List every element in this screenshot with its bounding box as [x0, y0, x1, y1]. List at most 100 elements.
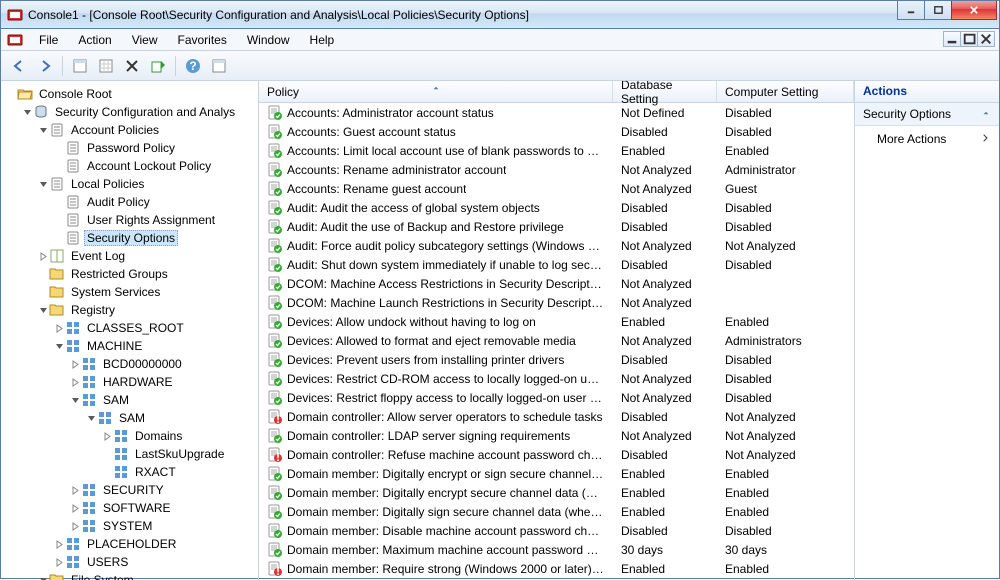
menu-file[interactable]: File: [31, 31, 66, 49]
mdi-restore-button[interactable]: [960, 31, 978, 47]
twisty-open-icon[interactable]: [37, 304, 49, 316]
tree-item-rxact[interactable]: RXACT: [1, 463, 258, 481]
policy-row[interactable]: Domain controller: Allow server operator…: [259, 407, 854, 426]
tree-item-account-policies[interactable]: Account Policies: [1, 121, 258, 139]
policy-row[interactable]: Devices: Restrict CD-ROM access to local…: [259, 369, 854, 388]
twisty-open-icon[interactable]: [69, 394, 81, 406]
policy-row[interactable]: Domain member: Disable machine account p…: [259, 521, 854, 540]
policy-row[interactable]: Audit: Audit the access of global system…: [259, 198, 854, 217]
twisty-open-icon[interactable]: [53, 340, 65, 352]
actions-more[interactable]: More Actions: [855, 126, 999, 152]
maximize-button[interactable]: [924, 1, 952, 20]
menu-favorites[interactable]: Favorites: [170, 31, 235, 49]
policy-row[interactable]: Accounts: Rename guest accountNot Analyz…: [259, 179, 854, 198]
menu-help[interactable]: Help: [302, 31, 343, 49]
export-button[interactable]: [146, 54, 170, 78]
tree-item-security[interactable]: SECURITY: [1, 481, 258, 499]
help-button[interactable]: [181, 54, 205, 78]
tree-item-registry[interactable]: Registry: [1, 301, 258, 319]
twisty-open-icon[interactable]: [37, 124, 49, 136]
policy-row[interactable]: Domain controller: LDAP server signing r…: [259, 426, 854, 445]
tree-item-sam[interactable]: SAM: [1, 391, 258, 409]
policy-name: Accounts: Rename guest account: [287, 182, 466, 196]
menu-window[interactable]: Window: [239, 31, 298, 49]
tree-item-account-lockout[interactable]: Account Lockout Policy: [1, 157, 258, 175]
back-button[interactable]: [7, 54, 31, 78]
tree-item-sam2[interactable]: SAM: [1, 409, 258, 427]
options-button[interactable]: [207, 54, 231, 78]
twisty-closed-icon[interactable]: [69, 520, 81, 532]
tree-item-software[interactable]: SOFTWARE: [1, 499, 258, 517]
tree-item-audit-policy[interactable]: Audit Policy: [1, 193, 258, 211]
policy-row[interactable]: Domain member: Digitally encrypt or sign…: [259, 464, 854, 483]
policy-row[interactable]: Audit: Shut down system immediately if u…: [259, 255, 854, 274]
policy-row[interactable]: Domain member: Digitally encrypt secure …: [259, 483, 854, 502]
policy-row[interactable]: Accounts: Rename administrator accountNo…: [259, 160, 854, 179]
tree-item-placeholder[interactable]: PLACEHOLDER: [1, 535, 258, 553]
tree-item-security-options[interactable]: Security Options: [1, 229, 258, 247]
tree-item-lastsku[interactable]: LastSkuUpgrade: [1, 445, 258, 463]
policy-row[interactable]: Devices: Allowed to format and eject rem…: [259, 331, 854, 350]
twisty-closed-icon[interactable]: [53, 556, 65, 568]
tree-item-classes-root[interactable]: CLASSES_ROOT: [1, 319, 258, 337]
menu-view[interactable]: View: [124, 31, 166, 49]
tree-item-local-policies[interactable]: Local Policies: [1, 175, 258, 193]
column-database-setting[interactable]: Database Setting: [613, 81, 717, 102]
delete-button[interactable]: [120, 54, 144, 78]
tree-pane[interactable]: Console RootSecurity Configuration and A…: [1, 81, 259, 580]
policy-row[interactable]: Devices: Prevent users from installing p…: [259, 350, 854, 369]
twisty-closed-icon[interactable]: [53, 322, 65, 334]
mdi-close-button[interactable]: [977, 31, 995, 47]
twisty-open-icon[interactable]: [37, 178, 49, 190]
actions-section[interactable]: Security Options: [855, 103, 999, 126]
twisty-closed-icon[interactable]: [69, 358, 81, 370]
twisty-closed-icon[interactable]: [69, 376, 81, 388]
menu-action[interactable]: Action: [70, 31, 119, 49]
policy-row[interactable]: Domain member: Maximum machine account p…: [259, 540, 854, 559]
twisty-closed-icon[interactable]: [37, 250, 49, 262]
policy-row[interactable]: Devices: Allow undock without having to …: [259, 312, 854, 331]
column-computer-setting[interactable]: Computer Setting: [717, 81, 854, 102]
tree-item-user-rights[interactable]: User Rights Assignment: [1, 211, 258, 229]
twisty-closed-icon[interactable]: [53, 538, 65, 550]
policy-row[interactable]: Accounts: Administrator account statusNo…: [259, 103, 854, 122]
column-policy[interactable]: Policy: [259, 81, 613, 102]
twisty-closed-icon[interactable]: [69, 502, 81, 514]
tree-item-users[interactable]: USERS: [1, 553, 258, 571]
tree-item-machine[interactable]: MACHINE: [1, 337, 258, 355]
mdi-minimize-button[interactable]: [943, 31, 961, 47]
twisty-open-icon[interactable]: [21, 106, 33, 118]
policy-row[interactable]: Audit: Audit the use of Backup and Resto…: [259, 217, 854, 236]
tree-item-sca[interactable]: Security Configuration and Analys: [1, 103, 258, 121]
policy-row[interactable]: DCOM: Machine Access Restrictions in Sec…: [259, 274, 854, 293]
twisty-open-icon[interactable]: [85, 412, 97, 424]
policy-row[interactable]: Audit: Force audit policy subcategory se…: [259, 236, 854, 255]
tree-item-event-log[interactable]: Event Log: [1, 247, 258, 265]
tree-item-system[interactable]: SYSTEM: [1, 517, 258, 535]
minimize-button[interactable]: [897, 1, 925, 20]
policy-row[interactable]: Accounts: Guest account statusDisabledDi…: [259, 122, 854, 141]
twisty-open-icon[interactable]: [37, 574, 49, 580]
close-button[interactable]: [951, 1, 997, 20]
policy-row[interactable]: DCOM: Machine Launch Restrictions in Sec…: [259, 293, 854, 312]
show-hide-button[interactable]: [68, 54, 92, 78]
tree-item-root[interactable]: Console Root: [1, 85, 258, 103]
policy-list[interactable]: Accounts: Administrator account statusNo…: [259, 103, 854, 580]
policy-row[interactable]: Domain member: Digitally sign secure cha…: [259, 502, 854, 521]
policy-name: Devices: Prevent users from installing p…: [287, 353, 564, 367]
forward-button[interactable]: [33, 54, 57, 78]
policy-row[interactable]: Devices: Restrict floppy access to local…: [259, 388, 854, 407]
tree-item-system-services[interactable]: System Services: [1, 283, 258, 301]
twisty-closed-icon[interactable]: [69, 484, 81, 496]
properties-button[interactable]: [94, 54, 118, 78]
tree-item-hardware[interactable]: HARDWARE: [1, 373, 258, 391]
policy-row[interactable]: Domain controller: Refuse machine accoun…: [259, 445, 854, 464]
policy-row[interactable]: Domain member: Require strong (Windows 2…: [259, 559, 854, 578]
policy-row[interactable]: Accounts: Limit local account use of bla…: [259, 141, 854, 160]
twisty-closed-icon[interactable]: [101, 430, 113, 442]
tree-item-password-policy[interactable]: Password Policy: [1, 139, 258, 157]
policy-computer-setting: 30 days: [717, 543, 854, 557]
tree-item-restricted-groups[interactable]: Restricted Groups: [1, 265, 258, 283]
tree-item-bcd[interactable]: BCD00000000: [1, 355, 258, 373]
tree-item-domains[interactable]: Domains: [1, 427, 258, 445]
